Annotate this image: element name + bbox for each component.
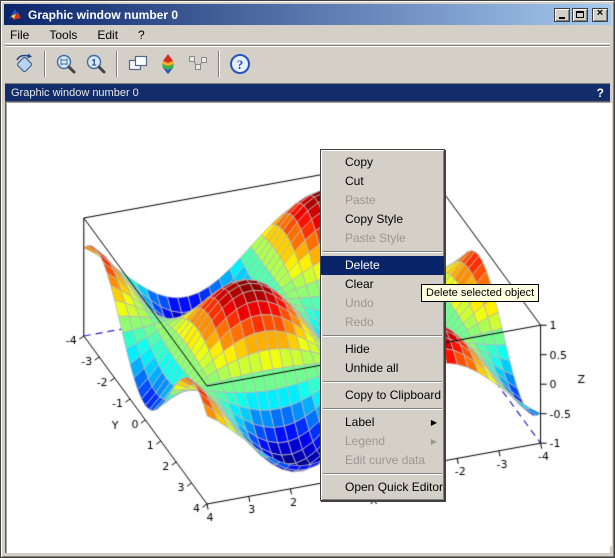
context-menu-item-copy[interactable]: Copy [321,153,444,172]
toolbar-separator [116,51,118,77]
context-menu-separator [323,381,442,383]
context-menu-item-delete[interactable]: Delete [321,256,444,275]
tooltip: Delete selected object [421,284,539,302]
close-icon: × [597,8,603,19]
submenu-arrow-icon: ▶ [431,413,437,432]
context-menu: CopyCutPasteCopy StylePaste Style Delete C… [320,149,445,501]
menu-bar: FileToolsEdit? [5,27,610,44]
original-view-icon: 1 [84,52,108,76]
surface-plot-canvas[interactable] [7,103,612,546]
info-help-icon[interactable]: ? [597,86,604,100]
close-button[interactable]: × [592,8,608,22]
ged-dialogs-icon [126,52,150,76]
context-menu-separator [323,335,442,337]
context-menu-item-copy-to-clipboard[interactable]: Copy to Clipboard [321,386,444,405]
menubar-item-edit[interactable]: Edit [89,27,126,43]
context-menu-item-legend: Legend▶ [321,432,444,451]
context-menu-item-label[interactable]: Label▶ [321,413,444,432]
context-menu-item-edit-curve-data: Edit curve data [321,451,444,470]
menubar-item-file[interactable]: File [5,27,37,43]
maximize-button[interactable] [572,8,588,22]
info-bar-text: Graphic window number 0 [11,87,139,99]
submenu-arrow-icon: ▶ [431,432,437,451]
context-menu-separator [323,251,442,253]
context-menu-item-hide[interactable]: Hide [321,340,444,359]
scilab-logo-icon [7,7,23,23]
ged-dialogs-button[interactable] [124,50,152,78]
context-menu-item-open-quick-editor[interactable]: Open Quick Editor [321,478,444,497]
zoom-area-icon [54,52,78,76]
toolbar-separator [44,51,46,77]
context-menu-item-redo: Redo [321,313,444,332]
context-menu-item-paste: Paste [321,191,444,210]
original-view-button[interactable]: 1 [82,50,110,78]
menubar-item-[interactable]: ? [130,27,153,43]
menubar-item-tools[interactable]: Tools [41,27,85,43]
context-menu-separator [323,408,442,410]
toolbar: 1? [5,45,610,81]
context-menu-item-paste-style: Paste Style [321,229,444,248]
svg-text:1: 1 [91,57,96,67]
data-nodes-icon [186,52,210,76]
minimize-icon [559,13,565,19]
rotate-3d-icon [12,52,36,76]
svg-text:?: ? [237,57,244,72]
graphic-window: Graphic window number 0 × FileToolsEdit?… [0,0,615,558]
help-button[interactable]: ? [226,50,254,78]
rotate-3d-button[interactable] [10,50,38,78]
tooltip-text: Delete selected object [426,287,534,299]
context-menu-item-cut[interactable]: Cut [321,172,444,191]
plot-area [5,101,610,553]
context-menu-item-unhide-all[interactable]: Unhide all [321,359,444,378]
maximize-icon [576,11,584,18]
help-icon: ? [228,52,252,76]
window-title: Graphic window number 0 [28,8,554,22]
toolbar-separator [218,51,220,77]
context-menu-item-copy-style[interactable]: Copy Style [321,210,444,229]
title-bar[interactable]: Graphic window number 0 × [4,4,611,25]
color-surface-icon [156,52,180,76]
context-menu-separator [323,473,442,475]
window-controls: × [554,8,608,22]
minimize-button[interactable] [554,8,570,22]
color-surface-button[interactable] [154,50,182,78]
info-bar: Graphic window number 0 ? [5,83,610,101]
zoom-area-button[interactable] [52,50,80,78]
data-nodes-button[interactable] [184,50,212,78]
